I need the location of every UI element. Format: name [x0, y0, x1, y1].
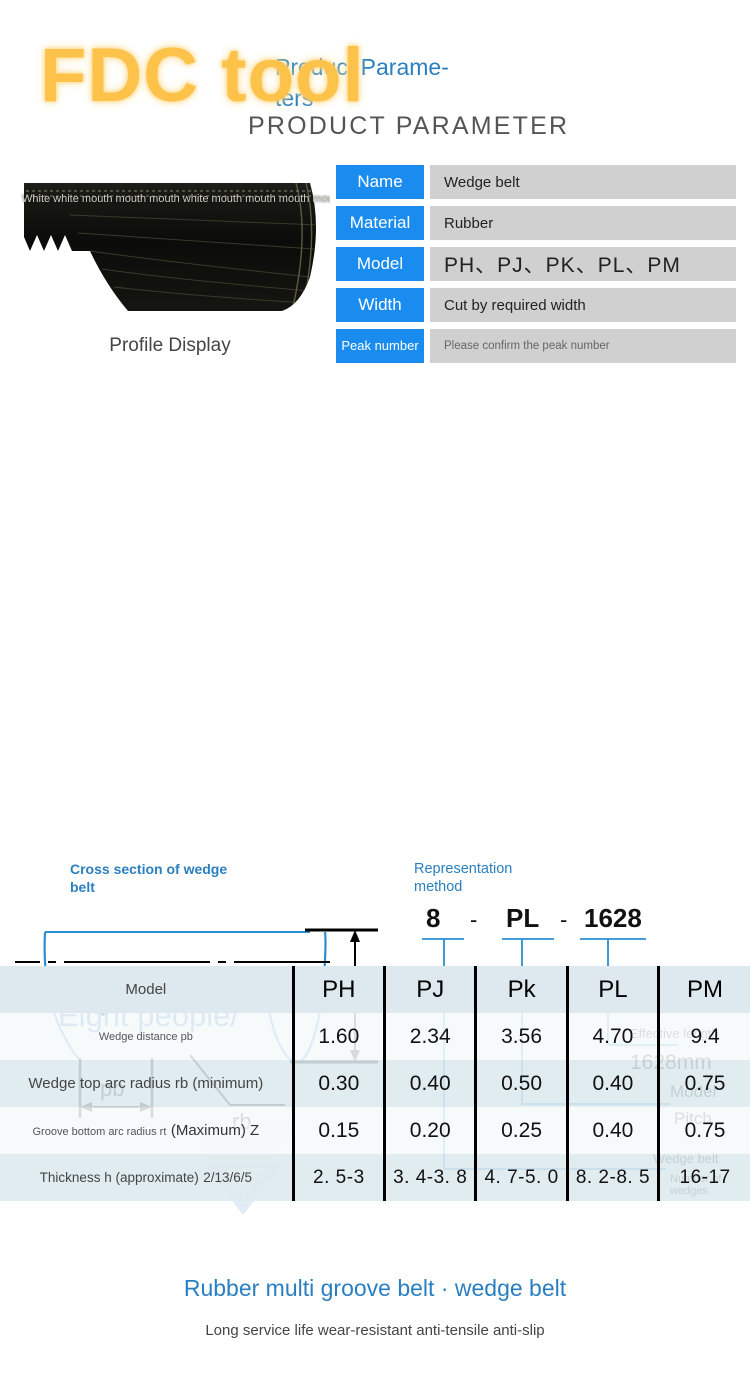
cell-thickness-pk: 4. 7-5. 0	[474, 1154, 568, 1201]
code-part-length: 1628	[584, 903, 642, 933]
code-part-wedges: 8	[426, 903, 440, 933]
code-dash-2: -	[560, 907, 567, 932]
spec-row-model: Model PH、PJ、PK、PL、PM	[336, 247, 736, 281]
page-footer: Rubber multi groove belt · wedge belt Lo…	[0, 1275, 750, 1339]
footer-subtitle: Long service life wear-resistant anti-te…	[205, 1322, 545, 1339]
spec-section: White white mouth mouth mouth white mout…	[0, 160, 750, 405]
spec-value-peak-number: Please confirm the peak number	[430, 329, 736, 363]
cell-bottom-arc-radius-pm: 0.75	[657, 1107, 750, 1154]
col-header-pl: PL	[565, 966, 659, 1013]
row-label-top-arc-radius: Wedge top arc radius rb (minimum)	[0, 1060, 294, 1107]
dimension-table: Model PH PJ Pk PL PM Wedge distance pb 1…	[0, 966, 750, 1201]
footer-title: Rubber multi groove belt · wedge belt	[183, 1275, 567, 1301]
spec-value-width: Cut by required width	[430, 288, 736, 322]
diagram-section: Cross section of wedge belt Representati…	[0, 405, 750, 1197]
code-dash-1: -	[470, 907, 477, 932]
col-header-model: Model	[0, 966, 294, 1013]
belt-photo: White white mouth mouth mouth white mout…	[10, 165, 330, 325]
cell-top-arc-radius-ph: 0.30	[291, 1060, 385, 1107]
cell-top-arc-radius-pk: 0.50	[474, 1060, 568, 1107]
cell-top-arc-radius-pj: 0.40	[383, 1060, 476, 1107]
cell-wedge-distance-ph: 1.60	[291, 1013, 385, 1060]
photo-overlay-text: White white mouth mouth mouth white mout…	[22, 193, 330, 205]
cell-bottom-arc-radius-pl: 0.40	[565, 1107, 659, 1154]
spec-row-width: Width Cut by required width	[336, 288, 736, 322]
row-label-thickness-suffix: 2/13/6/5	[203, 1169, 252, 1185]
table-row: Thickness h (approximate) 2/13/6/5 2. 5-…	[0, 1154, 750, 1201]
cell-bottom-arc-radius-pj: 0.20	[383, 1107, 476, 1154]
col-header-pk: Pk	[474, 966, 568, 1013]
row-label-thickness-main: Thickness h (approximate)	[39, 1169, 199, 1185]
spec-row-name: Name Wedge belt	[336, 165, 736, 199]
table-header-row: Model PH PJ Pk PL PM	[0, 966, 750, 1013]
section2-heading: Cross-sectional dimension of wedge belt …	[0, 755, 750, 865]
col-header-pj: PJ	[383, 966, 476, 1013]
row-label-wedge-distance: Wedge distance pb	[0, 1013, 294, 1060]
cell-wedge-distance-pj: 2.34	[383, 1013, 476, 1060]
cell-thickness-ph: 2. 5-3	[291, 1154, 385, 1201]
spec-row-peak-number: Peak number Please confirm the peak numb…	[336, 329, 736, 363]
spec-key-material: Material	[336, 206, 424, 240]
spec-key-width: Width	[336, 288, 424, 322]
page-header: Product Parame-ters PRODUCT PARAMETER	[0, 0, 750, 160]
spec-key-model: Model	[336, 247, 424, 281]
spec-key-name: Name	[336, 165, 424, 199]
table-row: Wedge top arc radius rb (minimum) 0.30 0…	[0, 1060, 750, 1107]
page-title: Product Parame-ters	[275, 54, 449, 111]
spec-value-material: Rubber	[430, 206, 736, 240]
cell-top-arc-radius-pl: 0.40	[565, 1060, 659, 1107]
col-header-ph: PH	[291, 966, 385, 1013]
col-header-pm: PM	[657, 966, 750, 1013]
table-row: Wedge distance pb 1.60 2.34 3.56 4.70 9.…	[0, 1013, 750, 1060]
cross-section-diagram-title: Cross section of wedge belt	[70, 861, 228, 895]
row-label-bottom-arc-radius: Groove bottom arc radius rt (Maximum) Z	[0, 1107, 294, 1154]
page-subtitle: PRODUCT PARAMETER	[248, 112, 570, 140]
cell-bottom-arc-radius-pk: 0.25	[474, 1107, 568, 1154]
row-label-bottom-arc-radius-suffix: (Maximum) Z	[170, 1121, 260, 1139]
spec-row-material: Material Rubber	[336, 206, 736, 240]
product-spec-page: FDC tool Product Parame-ters PRODUCT PAR…	[0, 0, 750, 1398]
cell-wedge-distance-pk: 3.56	[474, 1013, 568, 1060]
spec-value-model: PH、PJ、PK、PL、PM	[430, 247, 736, 281]
table-row: Groove bottom arc radius rt (Maximum) Z …	[0, 1107, 750, 1154]
row-label-bottom-arc-radius-main: Groove bottom arc radius rt	[32, 1125, 167, 1138]
code-part-model: PL	[506, 903, 539, 933]
cell-top-arc-radius-pm: 0.75	[657, 1060, 750, 1107]
representation-diagram-title: Representation method	[414, 861, 513, 895]
cell-thickness-pl: 8. 2-8. 5	[565, 1154, 659, 1201]
spec-table: Name Wedge belt Material Rubber Model PH…	[336, 165, 736, 370]
cell-bottom-arc-radius-ph: 0.15	[291, 1107, 385, 1154]
row-label-thickness: Thickness h (approximate) 2/13/6/5	[0, 1154, 294, 1201]
product-photo-block: White white mouth mouth mouth white mout…	[10, 165, 330, 357]
spec-key-peak-number: Peak number	[336, 329, 424, 363]
cell-wedge-distance-pl: 4.70	[565, 1013, 659, 1060]
cell-thickness-pm: 16-17	[657, 1154, 750, 1201]
spec-value-name: Wedge belt	[430, 165, 736, 199]
cell-thickness-pj: 3. 4-3. 8	[383, 1154, 476, 1201]
cell-wedge-distance-pm: 9.4	[657, 1013, 750, 1060]
photo-caption: Profile Display	[109, 335, 231, 356]
